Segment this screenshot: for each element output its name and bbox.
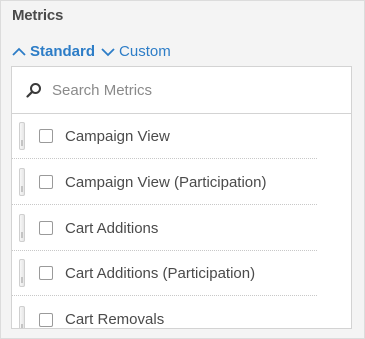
metric-label: Campaign View (65, 127, 170, 145)
metric-type-toggles: Standard Custom (12, 43, 171, 60)
metric-checkbox[interactable] (39, 129, 53, 143)
standard-toggle[interactable]: Standard (12, 43, 95, 60)
metric-label: Cart Additions (65, 219, 159, 237)
list-item[interactable]: Campaign View (12, 114, 317, 159)
metric-checkbox[interactable] (39, 312, 53, 327)
custom-toggle[interactable]: Custom (101, 43, 171, 60)
drag-handle-icon[interactable] (19, 214, 25, 242)
list-item[interactable]: Campaign View (Participation) (12, 160, 317, 205)
search-box (11, 66, 352, 114)
panel-title: Metrics (12, 7, 64, 24)
list-item[interactable]: Cart Additions (Participation) (12, 251, 317, 296)
search-input[interactable] (52, 81, 332, 99)
drag-handle-icon[interactable] (19, 168, 25, 196)
list-item[interactable]: Cart Removals (12, 297, 317, 328)
chevron-up-icon (12, 47, 26, 56)
list-item[interactable]: Cart Additions (12, 206, 317, 251)
metric-checkbox[interactable] (39, 175, 53, 189)
search-icon (26, 83, 41, 98)
metrics-list: Campaign View Campaign View (Participati… (11, 114, 352, 329)
metric-label: Campaign View (Participation) (65, 173, 267, 191)
chevron-down-icon (101, 47, 115, 56)
metric-label: Cart Removals (65, 311, 165, 328)
drag-handle-icon[interactable] (19, 122, 25, 150)
metric-checkbox[interactable] (39, 221, 53, 235)
drag-handle-icon[interactable] (19, 259, 25, 287)
drag-handle-icon[interactable] (19, 305, 25, 328)
metric-label: Cart Additions (Participation) (65, 264, 256, 282)
standard-toggle-label: Standard (30, 43, 96, 60)
metric-checkbox[interactable] (39, 266, 53, 280)
custom-toggle-label: Custom (119, 43, 171, 60)
